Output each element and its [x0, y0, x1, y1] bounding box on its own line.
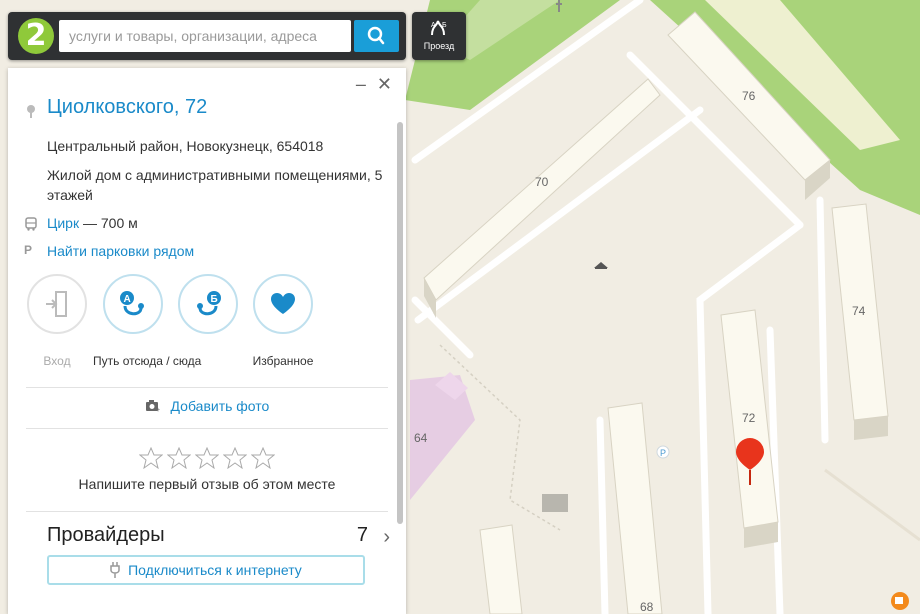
star-icon[interactable]	[223, 447, 247, 469]
plug-icon	[110, 562, 120, 578]
divider	[26, 428, 388, 429]
app-logo[interactable]: 2	[18, 18, 54, 54]
star-icon[interactable]	[167, 447, 191, 469]
star-icon[interactable]	[251, 447, 275, 469]
parking-icon: P	[24, 243, 33, 257]
search-button[interactable]	[354, 20, 399, 52]
parking-label: P	[660, 448, 666, 458]
place-card: – ✕ Циолковского, 72 Центральный район, …	[8, 68, 406, 614]
entrance-label: Вход	[43, 354, 71, 368]
star-icon[interactable]	[139, 447, 163, 469]
camera-icon: +	[145, 400, 160, 414]
route-label: Путь отсюда / сюда	[93, 354, 202, 368]
svg-text:A: A	[431, 22, 436, 29]
route-icon: A Б	[431, 20, 447, 36]
chevron-right-icon[interactable]: ›	[383, 526, 390, 549]
route-a-icon: A	[120, 291, 144, 316]
place-title[interactable]: Циолковского, 72	[47, 96, 207, 119]
rating-stars[interactable]	[139, 447, 279, 474]
svg-text:+: +	[156, 407, 160, 413]
house-number: 72	[742, 411, 756, 425]
card-controls: – ✕	[350, 74, 392, 95]
entrance-action[interactable]: Вход	[17, 274, 97, 368]
minimize-button[interactable]: –	[356, 74, 366, 94]
review-prompt[interactable]: Напишите первый отзыв об этом месте	[8, 476, 406, 492]
divider	[26, 511, 388, 512]
route-b-icon: Б	[197, 291, 221, 316]
pin-icon	[27, 105, 35, 118]
route-button[interactable]: A Б Проезд	[412, 12, 466, 60]
bus-icon	[25, 217, 37, 231]
svg-text:Б: Б	[442, 22, 447, 29]
house-number: 68	[640, 600, 654, 614]
house-number: 74	[852, 304, 866, 318]
place-description: Жилой дом с административными помещениям…	[47, 167, 383, 203]
house-number: 70	[535, 175, 549, 189]
providers-count: 7	[356, 524, 368, 546]
cafe-icon	[891, 592, 909, 610]
door-icon	[46, 291, 67, 317]
svg-text:Б: Б	[211, 294, 218, 305]
place-address: Центральный район, Новокузнецк, 654018	[47, 138, 324, 154]
star-icon[interactable]	[195, 447, 219, 469]
connect-label: Подключиться к интернету	[128, 562, 302, 578]
top-toolbar: 2	[8, 12, 406, 60]
close-button[interactable]: ✕	[377, 74, 392, 94]
route-to-here-action[interactable]: Б	[168, 274, 248, 334]
search-input[interactable]	[59, 20, 351, 52]
favorites-action[interactable]: Избранное	[243, 274, 323, 368]
transit-distance: — 700 м	[82, 215, 138, 231]
heart-icon	[271, 293, 295, 314]
transit-stop-link[interactable]: Цирк	[47, 215, 79, 231]
connect-internet-button[interactable]: Подключиться к интернету	[47, 555, 365, 585]
search-icon	[367, 26, 385, 45]
scrollbar[interactable]	[397, 122, 403, 524]
add-photo-button[interactable]: + Добавить фото	[8, 398, 406, 414]
add-photo-label: Добавить фото	[170, 398, 270, 414]
find-parking-link[interactable]: Найти парковки рядом	[47, 241, 387, 261]
svg-text:A: A	[124, 294, 131, 305]
route-from-here-action[interactable]: A Путь отсюда / сюда	[93, 274, 202, 368]
providers-title[interactable]: Провайдеры	[47, 524, 165, 547]
favorites-label: Избранное	[252, 354, 314, 368]
house-number: 76	[742, 89, 756, 103]
house-number: 64	[414, 431, 428, 445]
route-label: Проезд	[423, 41, 455, 51]
divider	[26, 387, 388, 388]
transit-row: Цирк — 700 м	[47, 213, 387, 233]
